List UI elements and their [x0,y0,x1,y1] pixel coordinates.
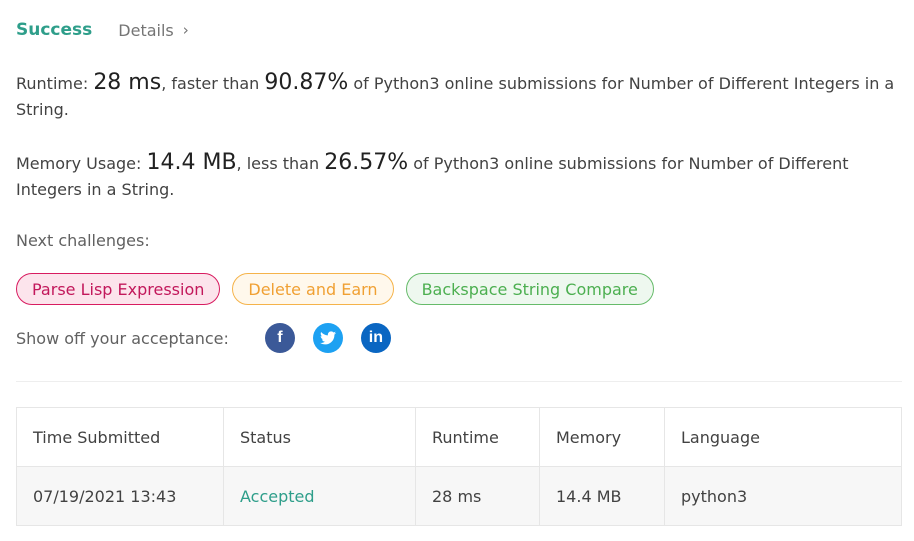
twitter-icon[interactable] [312,323,343,353]
table-row: 07/19/2021 13:43 Accepted 28 ms 14.4 MB … [16,466,902,526]
cell-time-submitted: 07/19/2021 13:43 [16,466,224,526]
details-label: Details [118,20,174,40]
result-header: Success Details › [16,18,189,42]
runtime-comparator: , faster than [161,74,265,93]
memory-value: 14.4 MB [146,150,237,175]
memory-label: Memory Usage: [16,154,147,173]
linkedin-icon[interactable]: in [360,323,391,353]
facebook-glyph: f [277,329,283,346]
runtime-label: Runtime: [16,74,94,93]
linkedin-glyph: in [368,329,383,346]
runtime-stat: Runtime: 28 ms, faster than 90.87% of Py… [16,70,896,123]
share-label: Show off your acceptance: [16,328,229,348]
cell-runtime: 28 ms [415,466,540,526]
submissions-table: Time Submitted Status Runtime Memory Lan… [16,407,902,526]
runtime-value: 28 ms [93,70,162,95]
memory-percent: 26.57% [324,150,409,175]
section-divider [16,381,902,382]
column-header-status: Status [223,407,416,467]
memory-comparator: , less than [236,154,325,173]
result-status: Success [16,20,93,40]
challenge-chip-parse-lisp-expression[interactable]: Parse Lisp Expression [16,273,221,305]
cell-status-link[interactable]: Accepted [223,466,416,526]
runtime-percent: 90.87% [264,70,349,95]
table-header-row: Time Submitted Status Runtime Memory Lan… [16,407,902,467]
column-header-language: Language [664,407,902,467]
facebook-icon[interactable]: f [264,323,295,353]
next-challenges-label: Next challenges: [16,231,150,250]
challenge-chip-backspace-string-compare[interactable]: Backspace String Compare [405,273,654,305]
column-header-memory: Memory [539,407,665,467]
chevron-right-icon: › [182,21,189,39]
cell-language: python3 [664,466,902,526]
column-header-runtime: Runtime [415,407,540,467]
details-link[interactable]: Details › [118,21,188,40]
cell-memory: 14.4 MB [539,466,665,526]
memory-stat: Memory Usage: 14.4 MB, less than 26.57% … [16,150,896,203]
next-challenges-list: Parse Lisp Expression Delete and Earn Ba… [16,273,666,305]
challenge-chip-delete-and-earn[interactable]: Delete and Earn [232,273,394,305]
twitter-bird-glyph [319,331,336,345]
share-row: Show off your acceptance: f in [16,322,391,354]
column-header-time-submitted: Time Submitted [16,407,224,467]
